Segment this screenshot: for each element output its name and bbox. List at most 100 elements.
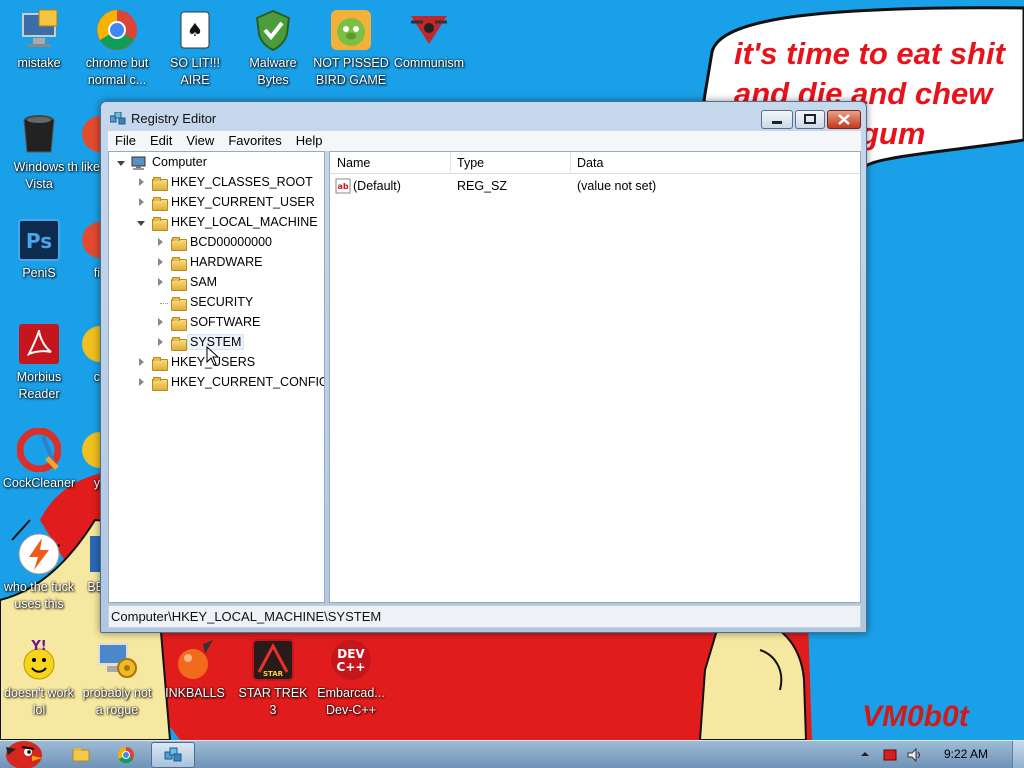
- taskbar: 9:22 AM: [0, 740, 1024, 768]
- desktop-icon-label: Embarcad... Dev-C++: [317, 686, 385, 717]
- desktop-icon-partial[interactable]: BE: [60, 532, 104, 596]
- registry-editor-icon: [109, 111, 126, 130]
- collapse-arrow-icon[interactable]: [117, 161, 125, 166]
- expand-arrow-icon[interactable]: [139, 358, 144, 366]
- value-type: REG_SZ: [457, 179, 508, 193]
- list-row-default[interactable]: ab (Default) REG_SZ (value not set): [330, 177, 860, 197]
- expand-arrow-icon[interactable]: [158, 338, 163, 346]
- desktop-icon-label: chrome but normal c...: [85, 56, 149, 87]
- taskbar-chrome-button[interactable]: [104, 742, 148, 768]
- desktop-icon-partial[interactable]: c: [56, 322, 100, 386]
- tray-flag-icon[interactable]: [882, 748, 898, 768]
- green-pig-icon: [329, 8, 373, 52]
- desktop-icon-partial[interactable]: th like: [56, 112, 100, 176]
- minimize-button[interactable]: [761, 110, 793, 129]
- desktop-icon-star-trek[interactable]: STAR STAR TREK 3: [234, 638, 312, 719]
- tree-node-hkey-classes-root[interactable]: HKEY_CLASSES_ROOT: [109, 173, 324, 193]
- column-divider[interactable]: [450, 152, 451, 174]
- registry-key-tree[interactable]: Computer HKEY_CLASSES_ROOT HKEY_CURRENT_…: [108, 151, 325, 603]
- expand-arrow-icon[interactable]: [158, 238, 163, 246]
- svg-text:♠: ♠: [187, 20, 203, 41]
- menu-edit[interactable]: Edit: [143, 131, 179, 148]
- menu-favorites[interactable]: Favorites: [221, 131, 288, 148]
- expand-arrow-icon[interactable]: [139, 198, 144, 206]
- desktop-icon-bird-game[interactable]: NOT PISSED BIRD GAME: [312, 8, 390, 89]
- playing-card-icon: ♠: [173, 8, 217, 52]
- desktop-icon-malwarebytes[interactable]: Malware Bytes: [234, 8, 312, 89]
- desktop-icon-communism[interactable]: Communism: [390, 8, 468, 72]
- column-divider[interactable]: [570, 152, 571, 174]
- folder-icon: [171, 297, 187, 311]
- registry-editor-icon: [164, 747, 182, 762]
- tree-label: SAM: [190, 275, 218, 289]
- taskbar-clock[interactable]: 9:22 AM: [944, 747, 988, 768]
- computer-icon: [130, 156, 148, 173]
- tree-label: HKEY_CURRENT_CONFIG: [171, 375, 325, 389]
- expand-arrow-icon[interactable]: [158, 318, 163, 326]
- maximize-button[interactable]: [795, 110, 825, 129]
- hammer-sickle-icon: [407, 8, 451, 52]
- pdf-reader-icon: [17, 322, 61, 366]
- window-titlebar[interactable]: Registry Editor: [101, 102, 866, 132]
- folder-open-icon: [152, 217, 168, 231]
- tree-label: HKEY_LOCAL_MACHINE: [171, 215, 318, 229]
- desktop-icon-dev-cpp[interactable]: DEV C++ Embarcad... Dev-C++: [312, 638, 390, 719]
- tree-node-bcd00000000[interactable]: BCD00000000: [109, 233, 324, 253]
- chrome-icon: [117, 746, 134, 764]
- tree-node-sam[interactable]: SAM: [109, 273, 324, 293]
- svg-text:ab: ab: [337, 182, 348, 191]
- desktop-icon-mistake[interactable]: mistake: [0, 8, 78, 72]
- menu-view[interactable]: View: [179, 131, 221, 148]
- volume-icon[interactable]: [906, 747, 924, 768]
- folder-icon: [171, 277, 187, 291]
- tree-node-computer[interactable]: Computer: [109, 153, 324, 173]
- desktop-icon-partial[interactable]: fi: [56, 218, 100, 282]
- tree-node-hardware[interactable]: HARDWARE: [109, 253, 324, 273]
- tree-label: BCD00000000: [190, 235, 273, 249]
- column-header-type[interactable]: Type: [457, 156, 484, 170]
- desktop-icon-inkballs[interactable]: INKBALLS: [156, 638, 234, 702]
- svg-text:DEV: DEV: [337, 647, 365, 661]
- desktop-icon-label: Malware Bytes: [249, 56, 297, 87]
- expand-arrow-icon[interactable]: [158, 258, 163, 266]
- tree-label: SOFTWARE: [190, 315, 261, 329]
- close-button[interactable]: [827, 110, 861, 129]
- desktop-icon-solitaire[interactable]: ♠ SO LIT!!! AIRE: [156, 8, 234, 89]
- folder-icon: [171, 337, 187, 351]
- tree-connector: [160, 303, 168, 304]
- expand-arrow-icon[interactable]: [139, 378, 144, 386]
- trash-bin-icon: [17, 112, 61, 156]
- list-header: Name Type Data: [330, 152, 860, 174]
- desktop-icon-label: c: [93, 370, 100, 384]
- menu-help[interactable]: Help: [289, 131, 330, 148]
- collapse-arrow-icon[interactable]: [137, 221, 145, 226]
- tree-node-hkey-local-machine[interactable]: HKEY_LOCAL_MACHINE: [109, 213, 324, 233]
- tree-node-security[interactable]: SECURITY: [109, 293, 324, 313]
- desktop-icon-chrome[interactable]: chrome but normal c...: [78, 8, 156, 89]
- column-header-data[interactable]: Data: [577, 156, 603, 170]
- desktop-icon-partial[interactable]: y: [56, 428, 100, 492]
- desktop-icon-system-settings[interactable]: probably not a rogue: [78, 638, 156, 719]
- taskbar-regedit-button[interactable]: [151, 742, 195, 768]
- menu-file[interactable]: File: [108, 131, 143, 148]
- folder-icon: [171, 317, 187, 331]
- photoshop-icon: Ps: [17, 218, 61, 262]
- svg-text:STAR: STAR: [263, 670, 284, 678]
- taskbar-explorer-button[interactable]: [58, 742, 102, 768]
- desktop-icon-label: SO LIT!!! AIRE: [169, 56, 220, 87]
- tree-node-hkey-current-user[interactable]: HKEY_CURRENT_USER: [109, 193, 324, 213]
- partial-icon: [56, 322, 100, 366]
- tree-node-software[interactable]: SOFTWARE: [109, 313, 324, 333]
- expand-arrow-icon[interactable]: [158, 278, 163, 286]
- column-header-name[interactable]: Name: [337, 156, 370, 170]
- start-button[interactable]: [2, 735, 48, 768]
- partial-icon: [56, 218, 100, 262]
- desktop-icon-yahoo-messenger[interactable]: Y! doesn't work lol: [0, 638, 78, 719]
- folder-icon: [171, 257, 187, 271]
- registry-value-list[interactable]: Name Type Data ab (Default) REG_SZ (valu…: [329, 151, 861, 603]
- expand-arrow-icon[interactable]: [139, 178, 144, 186]
- show-desktop-button[interactable]: [1012, 741, 1024, 768]
- show-hidden-icons-button[interactable]: [860, 748, 870, 768]
- ink-ball-icon: [173, 638, 217, 682]
- tree-node-hkey-current-config[interactable]: HKEY_CURRENT_CONFIG: [109, 373, 324, 393]
